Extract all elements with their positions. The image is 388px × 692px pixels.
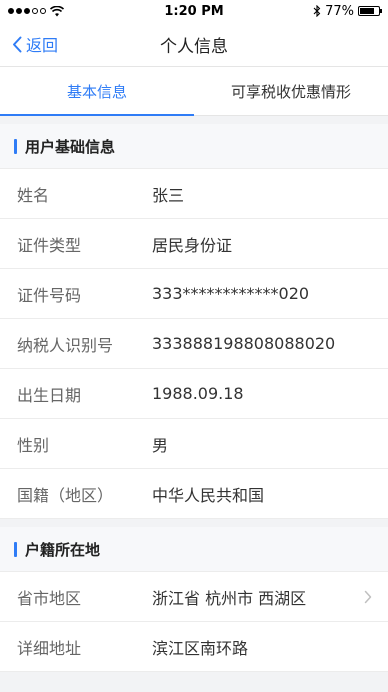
status-time: 1:20 PM	[164, 3, 224, 19]
row-label: 国籍（地区）	[17, 485, 114, 505]
row-id-number: 证件号码 333************020	[0, 269, 388, 319]
chevron-right-icon	[364, 572, 372, 621]
row-name: 姓名 张三	[0, 169, 388, 219]
row-id-type: 证件类型 居民身份证	[0, 219, 388, 269]
tab-tax-benefits-label: 可享税收优惠情形	[230, 82, 351, 101]
signal-dots-icon	[8, 8, 46, 14]
back-button[interactable]: 返回	[12, 22, 58, 66]
tab-basic-info[interactable]: 基本信息	[0, 67, 194, 116]
chevron-left-icon	[13, 36, 22, 52]
row-label: 性别	[17, 435, 50, 455]
row-region[interactable]: 省市地区 浙江省 杭州市 西湖区	[0, 572, 388, 622]
status-left	[8, 5, 128, 17]
back-label: 返回	[26, 36, 59, 55]
row-value: 333************020	[152, 284, 310, 303]
row-value: 滨江区南环路	[152, 638, 249, 658]
battery-icon	[357, 6, 382, 16]
row-gender: 性别 男	[0, 419, 388, 469]
section-header-basic: 用户基础信息	[0, 124, 388, 169]
row-value: 中华人民共和国	[152, 485, 265, 505]
status-right: 77%	[260, 3, 382, 19]
row-label: 省市地区	[17, 588, 82, 608]
row-label: 证件号码	[17, 285, 82, 305]
row-label: 纳税人识别号	[17, 335, 114, 355]
row-address: 详细地址 滨江区南环路	[0, 622, 388, 672]
row-birth-date: 出生日期 1988.09.18	[0, 369, 388, 419]
battery-fill	[359, 8, 374, 14]
row-label: 证件类型	[17, 235, 82, 255]
tab-basic-info-label: 基本信息	[66, 82, 127, 101]
row-label: 姓名	[17, 185, 50, 205]
row-label: 出生日期	[17, 385, 82, 405]
row-taxpayer-id: 纳税人识别号 333888198808088020	[0, 319, 388, 369]
row-value: 浙江省 杭州市 西湖区	[152, 588, 307, 608]
bluetooth-icon	[313, 5, 321, 17]
nav-bar: 返回 个人信息	[0, 22, 388, 67]
tab-tax-benefits[interactable]: 可享税收优惠情形	[194, 67, 388, 115]
wifi-icon	[50, 5, 64, 16]
row-value: 333888198808088020	[152, 334, 336, 353]
section-title: 户籍所在地	[25, 540, 101, 559]
section-header-household: 户籍所在地	[0, 527, 388, 572]
page-title: 个人信息	[160, 36, 228, 57]
row-nationality: 国籍（地区） 中华人民共和国	[0, 469, 388, 519]
battery-percent: 77%	[325, 3, 354, 19]
row-value: 张三	[152, 185, 185, 205]
tab-bar: 基本信息 可享税收优惠情形	[0, 67, 388, 116]
row-value: 1988.09.18	[152, 384, 244, 403]
row-value: 居民身份证	[152, 235, 233, 255]
section-accent-bar	[14, 541, 17, 557]
row-label: 详细地址	[17, 638, 82, 658]
section-accent-bar	[14, 138, 17, 154]
status-bar: 1:20 PM 77%	[0, 0, 388, 22]
row-value: 男	[152, 435, 169, 455]
section-title: 用户基础信息	[25, 137, 116, 156]
